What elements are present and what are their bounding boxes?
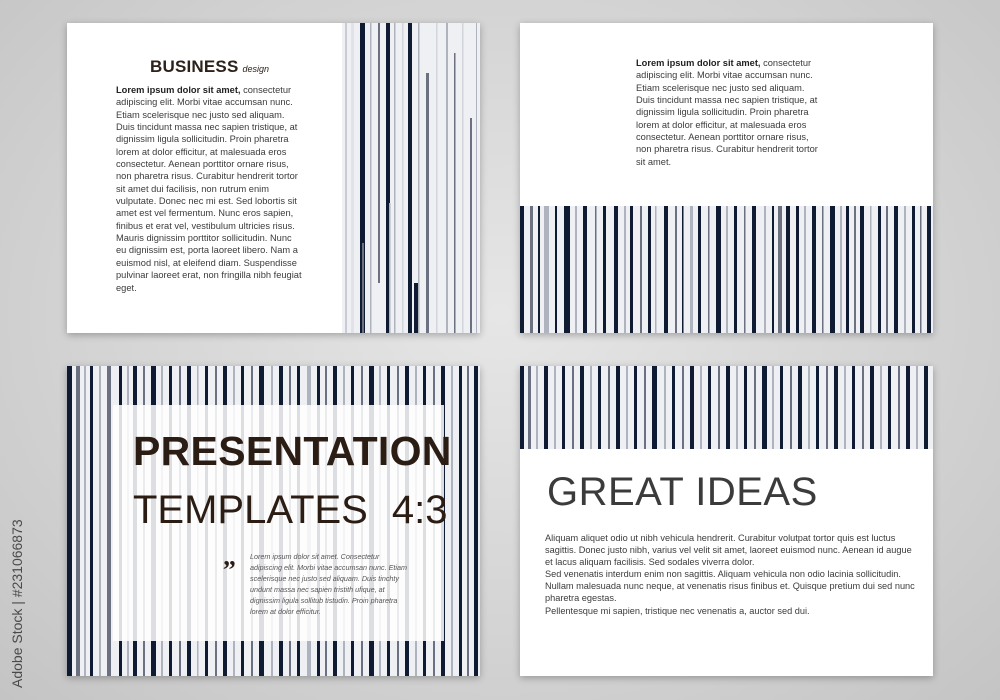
slide4-body: Aliquam aliquet odio ut nibh vehicula he…	[545, 532, 915, 617]
slide1-heading: BUSINESS design	[150, 57, 269, 77]
stock-watermark-text: Adobe Stock | #231066873	[9, 519, 25, 688]
slide4-title: GREAT IDEAS	[547, 470, 818, 514]
slide4-paragraph: Aliquam aliquet odio ut nibh vehicula he…	[545, 533, 912, 568]
slide2-body: Lorem ipsum dolor sit amet, consectetur …	[636, 57, 824, 168]
slide4-paragraph: Nullam malesuada nunc neque, at venenati…	[545, 581, 915, 604]
slide4-paragraph: Sed venenatis interdum enim non sagittis…	[545, 569, 901, 580]
slide1-stripes	[342, 23, 480, 333]
slide3-quote: Lorem ipsum dolor sit amet. Consectetur …	[250, 552, 407, 616]
slide3-subtitle-text: TEMPLATES	[133, 488, 368, 532]
slide-great-ideas: GREAT IDEAS Aliquam aliquet odio ut nibh…	[520, 366, 933, 676]
slide3-subtitle: TEMPLATES 4:3	[133, 488, 447, 533]
slide1-body-text: consectetur adipiscing elit. Morbi vitae…	[116, 85, 302, 293]
slide-title-presentation: PRESENTATION TEMPLATES 4:3 „ Lorem ipsum …	[67, 366, 480, 676]
slide2-body-text: consectetur adipiscing elit. Morbi vitae…	[636, 58, 818, 167]
slide-business-design: BUSINESS design Lorem ipsum dolor sit ame…	[67, 23, 480, 333]
slide3-title: PRESENTATION	[133, 428, 452, 474]
slide2-stripes	[520, 206, 933, 333]
slide1-heading-light: design	[242, 64, 270, 74]
slide1-body: Lorem ipsum dolor sit amet, consectetur …	[116, 84, 304, 294]
stock-watermark: Adobe Stock | #231066873	[7, 470, 27, 690]
slide1-heading-strong: BUSINESS	[150, 57, 239, 76]
slide1-lead: Lorem ipsum dolor sit amet,	[116, 85, 241, 95]
slide2-lead: Lorem ipsum dolor sit amet,	[636, 58, 761, 68]
quote-icon: „	[223, 542, 236, 571]
slide4-stripes	[520, 366, 933, 449]
slide4-paragraph: Pellentesque mi sapien, tristique nec ve…	[545, 605, 810, 616]
slide-text-stripes: Lorem ipsum dolor sit amet, consectetur …	[520, 23, 933, 333]
slide3-ratio: 4:3	[391, 488, 448, 532]
